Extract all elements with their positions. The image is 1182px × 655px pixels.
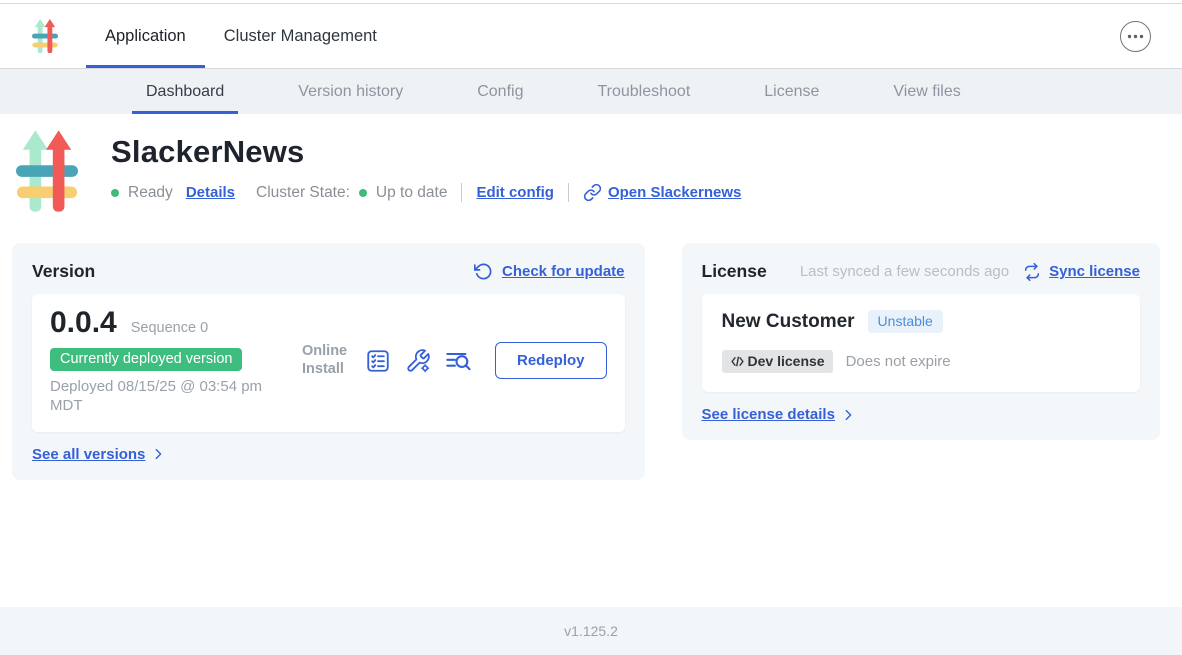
top-bar: Application Cluster Management	[0, 4, 1182, 68]
cluster-state-dot	[359, 189, 367, 197]
open-app-link[interactable]: Open Slackernews	[583, 183, 741, 202]
current-version-panel: 0.0.4 Sequence 0 Currently deployed vers…	[32, 294, 625, 432]
tab-cluster-management[interactable]: Cluster Management	[205, 4, 396, 68]
tab-version-history[interactable]: Version history	[284, 69, 417, 114]
see-all-versions-link[interactable]: See all versions	[32, 446, 165, 463]
license-expiry: Does not expire	[846, 353, 951, 370]
tab-dashboard[interactable]: Dashboard	[132, 69, 238, 114]
sync-license-link: Sync license	[1049, 263, 1140, 280]
page-title: SlackerNews	[111, 134, 741, 170]
tab-application[interactable]: Application	[86, 4, 205, 68]
license-card: License Last synced a few seconds ago Sy…	[682, 243, 1160, 440]
tab-view-files[interactable]: View files	[879, 69, 974, 114]
last-synced-text: Last synced a few seconds ago	[800, 263, 1009, 280]
license-type-label: Dev license	[748, 353, 825, 369]
view-files-icon	[445, 348, 473, 374]
see-all-versions-label: See all versions	[32, 446, 145, 463]
license-panel: New Customer Unstable Dev license Does n…	[702, 294, 1140, 392]
tab-license[interactable]: License	[750, 69, 833, 114]
deployed-badge: Currently deployed version	[50, 348, 242, 371]
sync-icon	[1023, 262, 1041, 282]
sync-license-button[interactable]: Sync license	[1023, 262, 1140, 282]
view-files-button[interactable]	[445, 348, 473, 374]
ellipsis-icon	[1127, 34, 1144, 39]
slackernews-logo-icon	[32, 18, 58, 55]
footer: v1.125.2	[0, 607, 1182, 655]
slackernews-logo	[16, 128, 78, 216]
version-number: 0.0.4	[50, 306, 117, 340]
version-card-title: Version	[32, 261, 95, 282]
version-card: Version Check for update 0.0.4 Sequence …	[12, 243, 645, 480]
app-nav: Dashboard Version history Config Trouble…	[0, 68, 1182, 114]
app-status-text: Ready	[128, 184, 173, 202]
open-app-label: Open Slackernews	[608, 184, 741, 201]
edit-config-button[interactable]	[405, 348, 431, 374]
chevron-right-icon	[841, 408, 855, 422]
app-status-row: Ready Details Cluster State: Up to date …	[111, 183, 741, 202]
status-details-link[interactable]: Details	[186, 184, 235, 201]
redeploy-button[interactable]: Redeploy	[495, 342, 607, 379]
check-for-update[interactable]: Check for update	[474, 262, 625, 281]
check-for-update-link: Check for update	[502, 263, 625, 280]
refresh-icon	[474, 262, 493, 281]
app-status-dot	[111, 189, 119, 197]
preflight-checks-button[interactable]	[365, 348, 391, 374]
dashboard-cards: Version Check for update 0.0.4 Sequence …	[12, 243, 1160, 480]
install-type-label: Online Install	[302, 343, 350, 378]
channel-badge: Unstable	[868, 310, 943, 333]
deployed-timestamp: Deployed 08/15/25 @ 03:54 pm MDT	[50, 378, 298, 416]
see-license-details-label: See license details	[702, 406, 835, 423]
tab-config[interactable]: Config	[463, 69, 537, 114]
overflow-menu-button[interactable]	[1120, 21, 1151, 52]
preflight-checklist-icon	[365, 348, 391, 374]
license-card-title: License	[702, 261, 767, 282]
slackernews-logo-icon	[16, 128, 78, 216]
see-license-details-link[interactable]: See license details	[702, 406, 855, 423]
license-type-badge: Dev license	[722, 350, 833, 373]
admin-console-version: v1.125.2	[564, 623, 618, 639]
edit-config-link[interactable]: Edit config	[476, 184, 554, 201]
sequence-label: Sequence 0	[131, 320, 208, 336]
code-icon	[730, 354, 745, 369]
replicated-app-logo-small	[32, 18, 58, 55]
config-wrench-icon	[405, 348, 431, 374]
chevron-right-icon	[151, 447, 165, 461]
app-header: SlackerNews Ready Details Cluster State:…	[0, 114, 1182, 216]
link-icon	[583, 183, 602, 202]
primary-nav: Application Cluster Management	[86, 4, 396, 68]
tab-troubleshoot[interactable]: Troubleshoot	[583, 69, 704, 114]
status-divider	[568, 183, 569, 202]
cluster-state-label: Cluster State:	[256, 184, 350, 202]
status-divider	[461, 183, 462, 202]
cluster-state-text: Up to date	[376, 184, 448, 202]
customer-name: New Customer	[722, 311, 855, 333]
